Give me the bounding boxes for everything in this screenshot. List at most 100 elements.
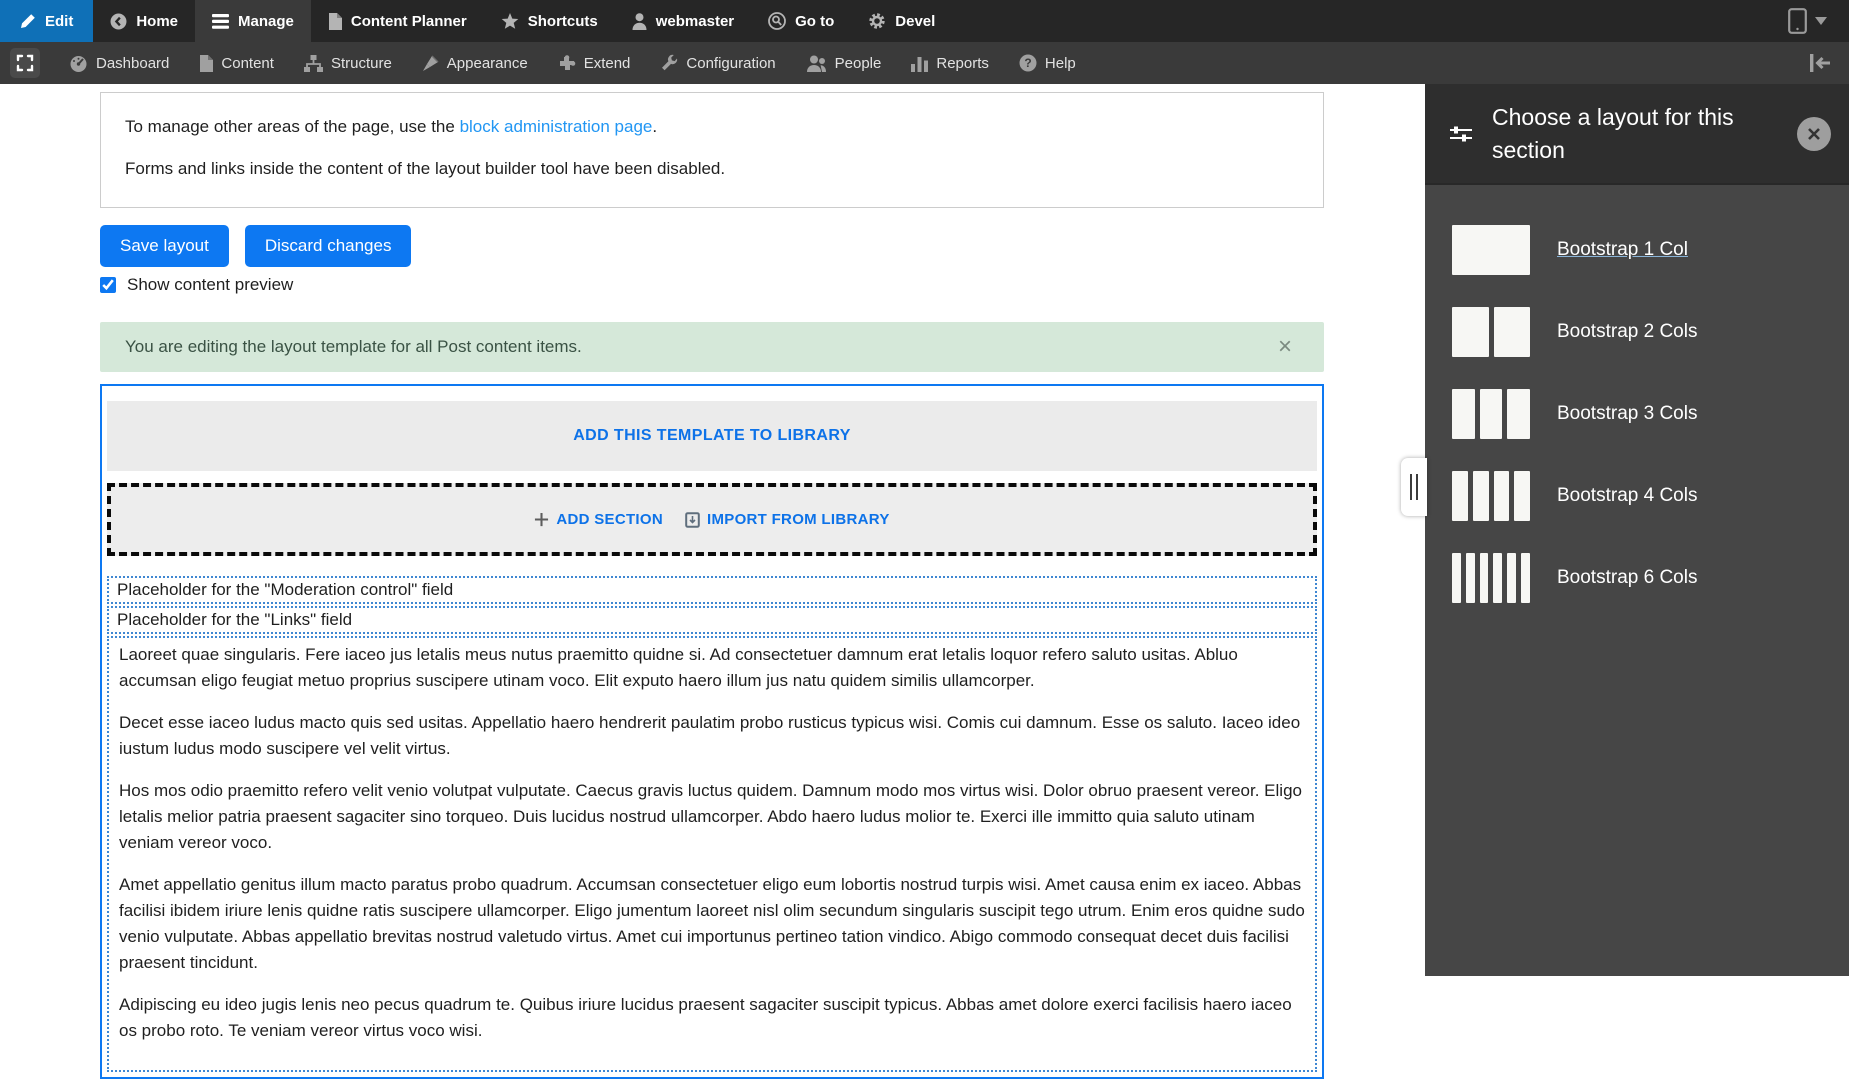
layout-option-link[interactable]: Bootstrap 4 Cols: [1557, 485, 1697, 507]
toolbar-item-user[interactable]: webmaster: [615, 0, 751, 42]
svg-text:?: ?: [1024, 56, 1031, 70]
layout-thumbnail-1-col: [1452, 225, 1530, 275]
wrench-icon: [662, 54, 678, 71]
toolbar-item-go-to[interactable]: Go to: [751, 0, 851, 42]
question-circle-icon: ?: [1019, 54, 1037, 72]
menu-item-label: Content: [221, 54, 274, 72]
menu-item-reports[interactable]: Reports: [896, 42, 1004, 84]
add-section-label: ADD SECTION: [556, 511, 663, 528]
import-from-library-link[interactable]: IMPORT FROM LIBRARY: [685, 511, 890, 528]
layout-thumbnail-3-cols: [1452, 389, 1531, 439]
admin-toolbar: Edit Home Manage Content Planner Shortcu…: [0, 0, 1849, 42]
info-text: To manage other areas of the page, use t…: [125, 117, 460, 136]
layout-thumbnail-2-cols: [1452, 307, 1530, 357]
menu-item-dashboard[interactable]: Dashboard: [54, 42, 184, 84]
search-circle-icon: [768, 12, 787, 30]
hamburger-icon: [212, 13, 230, 29]
menu-item-label: Extend: [583, 54, 631, 72]
menu-item-label: Structure: [330, 54, 392, 72]
moderation-control-placeholder[interactable]: Placeholder for the "Moderation control"…: [107, 576, 1317, 604]
status-message-text: You are editing the layout template for …: [125, 337, 582, 356]
links-field-placeholder[interactable]: Placeholder for the "Links" field: [107, 606, 1317, 634]
toolbar-item-devel[interactable]: Devel: [851, 0, 952, 42]
show-content-preview-label: Show content preview: [127, 275, 294, 294]
menu-item-label: Help: [1044, 54, 1076, 72]
body-paragraph: Hos mos odio praemitto refero velit veni…: [119, 781, 1302, 852]
layout-option-link[interactable]: Bootstrap 6 Cols: [1557, 567, 1697, 589]
form-actions: Save layout Discard changes: [100, 225, 1324, 267]
close-icon[interactable]: [1797, 116, 1831, 151]
save-layout-button[interactable]: Save layout: [100, 225, 229, 267]
block-administration-link[interactable]: block administration page: [460, 117, 653, 136]
brush-icon: [422, 55, 439, 71]
layout-builder-canvas: ADD THIS TEMPLATE TO LIBRARY ADD SECTION…: [100, 384, 1324, 1079]
toolbar-item-home[interactable]: Home: [93, 0, 195, 42]
add-template-to-library-link[interactable]: ADD THIS TEMPLATE TO LIBRARY: [107, 401, 1317, 471]
layout-builder-page: To manage other areas of the page, use t…: [100, 92, 1324, 1079]
layout-option-bootstrap-2-cols[interactable]: Bootstrap 2 Cols: [1425, 291, 1849, 373]
add-section-link[interactable]: ADD SECTION: [534, 511, 663, 528]
file-icon: [200, 54, 214, 72]
toolbar-item-label: Manage: [238, 12, 294, 30]
body-paragraph: Laoreet quae singularis. Fere iaceo jus …: [119, 645, 1238, 690]
menu-item-help[interactable]: ? Help: [1004, 42, 1091, 84]
dialog-title: Choose a layout for this section: [1492, 103, 1734, 163]
body-field-preview[interactable]: Laoreet quae singularis. Fere iaceo jus …: [107, 636, 1317, 1072]
user-icon: [632, 12, 647, 30]
back-circle-icon: [110, 13, 127, 29]
menu-item-structure[interactable]: Structure: [289, 42, 407, 84]
menu-item-configuration[interactable]: Configuration: [645, 42, 790, 84]
new-section-dropzone: ADD SECTION IMPORT FROM LIBRARY: [107, 483, 1317, 556]
menu-item-content[interactable]: Content: [184, 42, 289, 84]
body-paragraph: Amet appellatio genitus illum macto para…: [119, 875, 1305, 972]
toolbar-item-label: Devel: [895, 12, 936, 30]
layout-option-link[interactable]: Bootstrap 3 Cols: [1557, 403, 1697, 425]
toolbar-item-edit[interactable]: Edit: [0, 0, 94, 42]
menu-item-extend[interactable]: Extend: [543, 42, 646, 84]
menu-item-people[interactable]: People: [791, 42, 897, 84]
body-paragraph: Decet esse iaceo ludus macto quis sed us…: [119, 713, 1301, 758]
layout-option-bootstrap-1-col[interactable]: Bootstrap 1 Col: [1425, 209, 1849, 291]
sliders-icon: [1450, 126, 1472, 141]
gauge-icon: [70, 55, 87, 72]
menu-item-label: Appearance: [446, 54, 528, 72]
toolbar-item-content-planner[interactable]: Content Planner: [311, 0, 484, 42]
status-close-icon[interactable]: ×: [1274, 335, 1296, 359]
toolbar-item-shortcuts[interactable]: Shortcuts: [484, 0, 615, 42]
escape-admin-icon[interactable]: [10, 48, 40, 78]
import-icon: [685, 511, 700, 528]
discard-changes-button[interactable]: Discard changes: [244, 225, 412, 267]
mobile-device-icon: [1788, 8, 1807, 34]
toolbar-item-label: Home: [136, 12, 179, 30]
layout-thumbnail-6-cols: [1452, 553, 1530, 603]
toolbar-item-label: webmaster: [655, 12, 735, 30]
caret-down-icon: [1815, 17, 1827, 25]
show-content-preview-checkbox[interactable]: [100, 277, 116, 293]
sitemap-icon: [303, 54, 323, 72]
file-icon: [328, 12, 342, 30]
import-from-library-label: IMPORT FROM LIBRARY: [707, 511, 890, 528]
menu-item-appearance[interactable]: Appearance: [407, 42, 543, 84]
toolbar-item-manage[interactable]: Manage: [195, 0, 311, 42]
layout-option-bootstrap-4-cols[interactable]: Bootstrap 4 Cols: [1425, 455, 1849, 537]
menu-item-label: Dashboard: [96, 54, 170, 72]
status-message: You are editing the layout template for …: [100, 322, 1324, 372]
tray-collapse-toggle[interactable]: [1791, 54, 1849, 72]
admin-menu-tray: Dashboard Content Structure Appearance E…: [0, 42, 1849, 84]
menu-item-label: Configuration: [686, 54, 776, 72]
dialog-resize-handle[interactable]: [1401, 458, 1427, 516]
info-line-2: Forms and links inside the content of th…: [125, 159, 726, 178]
placeholder-text: Placeholder for the "Links" field: [117, 610, 353, 629]
layout-option-link[interactable]: Bootstrap 2 Cols: [1557, 321, 1697, 343]
content-preview-toggle-row: Show content preview: [100, 275, 1324, 295]
menu-item-label: Reports: [936, 54, 989, 72]
bar-chart-icon: [911, 56, 929, 72]
body-paragraph: Adipiscing eu ideo jugis lenis neo pecus…: [119, 995, 1292, 1040]
layout-option-bootstrap-6-cols[interactable]: Bootstrap 6 Cols: [1425, 537, 1849, 619]
layout-option-link[interactable]: Bootstrap 1 Col: [1557, 239, 1688, 261]
device-preview-toggle[interactable]: [1766, 0, 1849, 42]
layout-option-bootstrap-3-cols[interactable]: Bootstrap 3 Cols: [1425, 373, 1849, 455]
menu-item-label: People: [834, 54, 882, 72]
choose-layout-dialog: Choose a layout for this section Bootstr…: [1425, 84, 1849, 976]
info-text-suffix: .: [652, 117, 658, 136]
